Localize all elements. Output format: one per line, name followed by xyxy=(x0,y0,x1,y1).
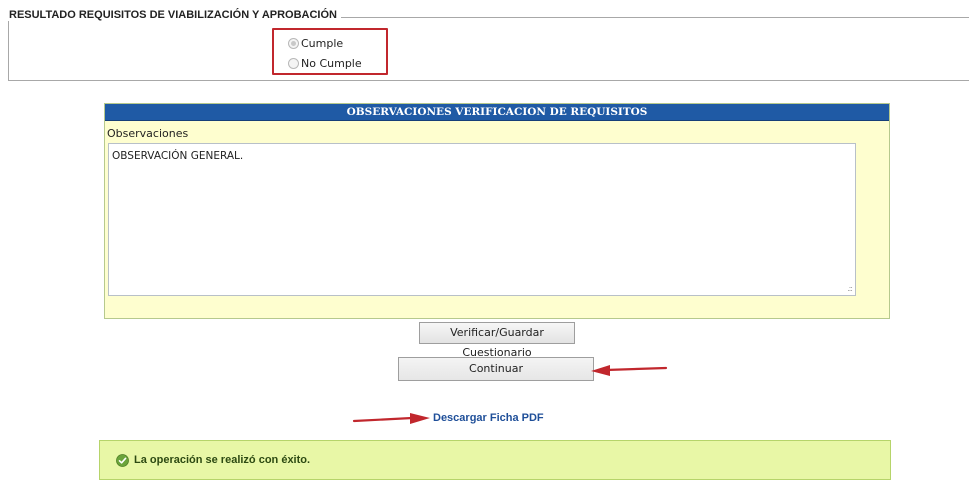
observations-label: Observaciones xyxy=(107,127,189,140)
check-circle-icon xyxy=(116,454,129,467)
arrow-right-icon xyxy=(352,413,430,424)
arrow-left-icon xyxy=(591,365,668,376)
radio-label-cumple: Cumple xyxy=(301,36,344,50)
radio-selected-icon[interactable] xyxy=(288,37,299,49)
verify-save-button[interactable]: Verificar/Guardar Cuestionario xyxy=(419,322,575,359)
resize-grip-icon[interactable]: .:: xyxy=(847,284,853,293)
radio-unselected-icon[interactable] xyxy=(288,57,299,69)
continue-button[interactable]: Continuar xyxy=(398,357,594,381)
radio-label-no-cumple: No Cumple xyxy=(301,56,362,70)
download-pdf-link[interactable]: Descargar Ficha PDF xyxy=(433,412,544,424)
success-message-text: La operación se realizó con éxito. xyxy=(134,454,311,466)
result-legend: RESULTADO REQUISITOS DE VIABILIZACIÓN Y … xyxy=(7,9,341,21)
radio-option-no-cumple[interactable]: No Cumple xyxy=(288,55,362,71)
observations-panel: OBSERVACIONES VERIFICACION DE REQUISITOS… xyxy=(104,103,890,319)
result-fieldset: RESULTADO REQUISITOS DE VIABILIZACIÓN Y … xyxy=(7,9,969,81)
radio-option-cumple[interactable]: Cumple xyxy=(288,35,343,51)
result-radio-group: Cumple No Cumple xyxy=(272,28,388,75)
observations-text: OBSERVACIÓN GENERAL. xyxy=(112,150,244,162)
success-message-box: La operación se realizó con éxito. xyxy=(99,440,891,480)
observations-panel-header: OBSERVACIONES VERIFICACION DE REQUISITOS xyxy=(105,104,889,121)
observations-textarea[interactable]: OBSERVACIÓN GENERAL. .:: xyxy=(108,143,856,296)
